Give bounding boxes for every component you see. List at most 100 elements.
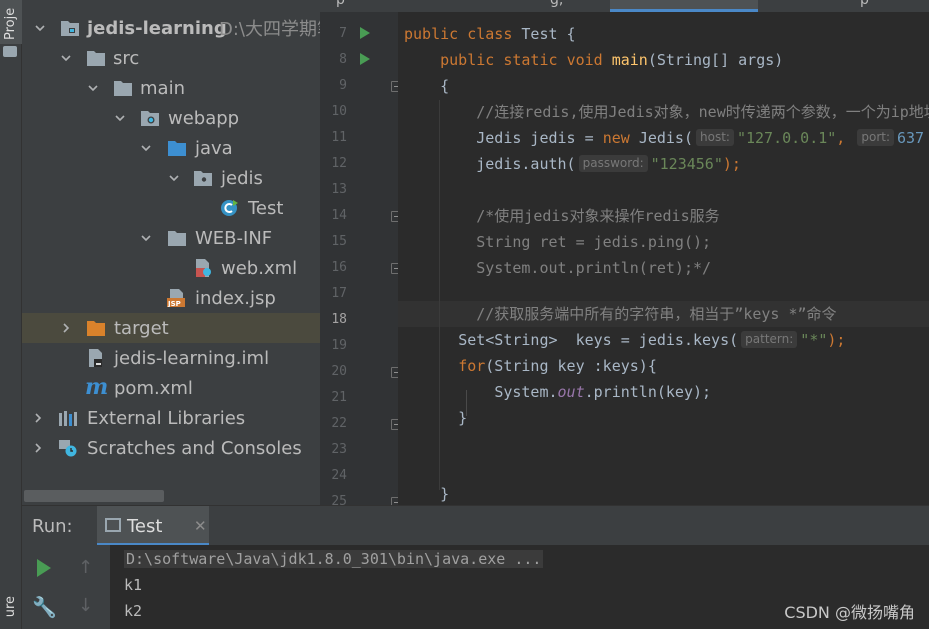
tree-item-index-jsp[interactable]: JSP index.jsp [22, 283, 320, 313]
line-number: 11 [331, 130, 347, 145]
line-number: 7 [339, 26, 347, 41]
module-file-icon [89, 349, 102, 367]
editor-tab-mid[interactable]: g, [550, 0, 563, 8]
folder-icon [114, 81, 132, 96]
tree-item-web-xml[interactable]: web.xml [22, 253, 320, 283]
run-panel-title: Run: [32, 516, 73, 537]
line-number: 21 [331, 390, 347, 405]
chevron-down-icon[interactable] [87, 82, 99, 94]
code-line-15: String ret = jedis.ping(); [476, 233, 712, 251]
run-toolbar: ↑ 🔧 ↓ [22, 545, 110, 629]
editor-tab-left[interactable]: p [336, 0, 345, 8]
tree-root-path: D:\大四学期笔 [219, 19, 320, 40]
web-folder-icon [141, 111, 159, 126]
excluded-folder-icon [87, 321, 105, 336]
tree-item-jedis[interactable]: jedis [22, 163, 320, 193]
run-class-icon[interactable] [360, 27, 370, 39]
arrow-down-icon[interactable]: ↓ [78, 595, 93, 616]
tree-item-webapp[interactable]: webapp [22, 103, 320, 133]
line-number: 16 [331, 260, 347, 275]
java-class-icon [221, 200, 238, 216]
tree-item-label: Scratches and Consoles [87, 437, 302, 459]
tree-item-scratches[interactable]: Scratches and Consoles [22, 433, 320, 463]
code-line-8: public static void main(String[] args) [440, 51, 784, 69]
chevron-down-icon[interactable] [140, 232, 152, 244]
chevron-down-icon[interactable] [140, 142, 152, 154]
tree-item-label: WEB-INF [195, 227, 273, 249]
editor-tab-strip: p g, p [320, 0, 929, 12]
tree-item-iml[interactable]: jedis-learning.iml [22, 343, 320, 373]
console-line: k2 [124, 602, 143, 620]
param-hint: pattern: [741, 331, 798, 348]
line-number: 19 [331, 338, 347, 353]
folder-icon [168, 231, 186, 246]
chevron-right-icon[interactable] [32, 442, 44, 454]
arrow-up-icon[interactable]: ↑ [78, 557, 93, 578]
tree-item-java[interactable]: java [22, 133, 320, 163]
rerun-button[interactable] [37, 559, 51, 577]
tool-window-strip: Proje ure [0, 0, 22, 629]
module-folder-icon [61, 21, 79, 36]
editor-tab-right[interactable]: p [860, 0, 869, 8]
close-icon[interactable]: ✕ [194, 517, 207, 535]
tree-item-src[interactable]: src [22, 43, 320, 73]
param-hint: password: [578, 155, 648, 172]
console-icon [105, 518, 121, 532]
tree-item-label: src [113, 47, 140, 69]
line-number: 10 [331, 104, 347, 119]
tree-item-main[interactable]: main [22, 73, 320, 103]
run-main-icon[interactable] [360, 53, 370, 65]
chevron-down-icon[interactable] [60, 52, 72, 64]
tree-item-label: jedis-learning.iml [114, 347, 270, 369]
line-number: 20 [331, 364, 347, 379]
tree-item-pom-xml[interactable]: m pom.xml [22, 373, 320, 403]
project-tool-label: Proje [3, 7, 18, 40]
line-number: 15 [331, 234, 347, 249]
line-number: 12 [331, 156, 347, 171]
run-tab-label: Test [127, 516, 163, 537]
editor-gutter: 7 8 9 10 11 12 13 14 15 16 17 18 19 20 2… [320, 12, 402, 509]
wrench-icon[interactable]: 🔧 [32, 595, 57, 619]
code-line-21: System.out.println(key); [494, 383, 712, 401]
line-number: 9 [339, 78, 347, 93]
code-editor[interactable]: public class Test { public static void m… [398, 12, 929, 505]
tree-item-label: External Libraries [87, 407, 246, 429]
tree-item-label: target [114, 317, 169, 339]
code-line-14: /*使用jedis对象来操作redis服务 [476, 207, 720, 225]
line-number: 14 [331, 208, 347, 223]
tree-item-web-inf[interactable]: WEB-INF [22, 223, 320, 253]
run-panel-header: Run: Test ✕ [22, 505, 929, 546]
line-number: 13 [331, 182, 347, 197]
console-line: k1 [124, 576, 143, 594]
line-number-current: 18 [331, 312, 347, 327]
tree-item-label: web.xml [221, 257, 298, 279]
tree-root-jedis-learning[interactable]: jedis-learning D:\大四学期笔 [22, 13, 320, 43]
tree-item-label: Test [248, 197, 284, 219]
run-tab-test[interactable]: Test ✕ [97, 506, 209, 546]
folder-icon [87, 51, 105, 66]
chevron-down-icon[interactable] [114, 112, 126, 124]
chevron-down-icon[interactable] [34, 22, 46, 34]
project-tool-tab[interactable]: Proje [0, 0, 22, 44]
svg-text:JSP: JSP [167, 300, 181, 307]
code-line-7: public class Test { [404, 25, 576, 43]
scratches-icon [59, 440, 77, 457]
tree-item-test[interactable]: Test [22, 193, 320, 223]
code-line-11: Jedis jedis = new Jedis(host: "127.0.0.1"… [476, 129, 925, 147]
chevron-down-icon[interactable] [168, 172, 180, 184]
tree-item-external-libraries[interactable]: External Libraries [22, 403, 320, 433]
line-number: 22 [331, 416, 347, 431]
console-command-line: D:\software\Java\jdk1.8.0_301\bin\java.e… [124, 550, 544, 568]
tree-item-target[interactable]: target [22, 313, 320, 343]
code-line-18: //获取服务端中所有的字符串，相当于”keys *”命令 [476, 305, 837, 323]
editor-tab-active[interactable] [610, 0, 758, 12]
code-line-9: { [404, 77, 450, 95]
code-line-20: for(String key :keys){ [458, 357, 657, 375]
folder-icon [3, 46, 17, 57]
chevron-right-icon[interactable] [32, 412, 44, 424]
tree-root-label: jedis-learning [87, 17, 227, 39]
horizontal-scrollbar[interactable] [24, 490, 164, 502]
chevron-right-icon[interactable] [60, 322, 72, 334]
structure-tool-label[interactable]: ure [3, 596, 18, 617]
tree-item-label: pom.xml [114, 377, 193, 399]
